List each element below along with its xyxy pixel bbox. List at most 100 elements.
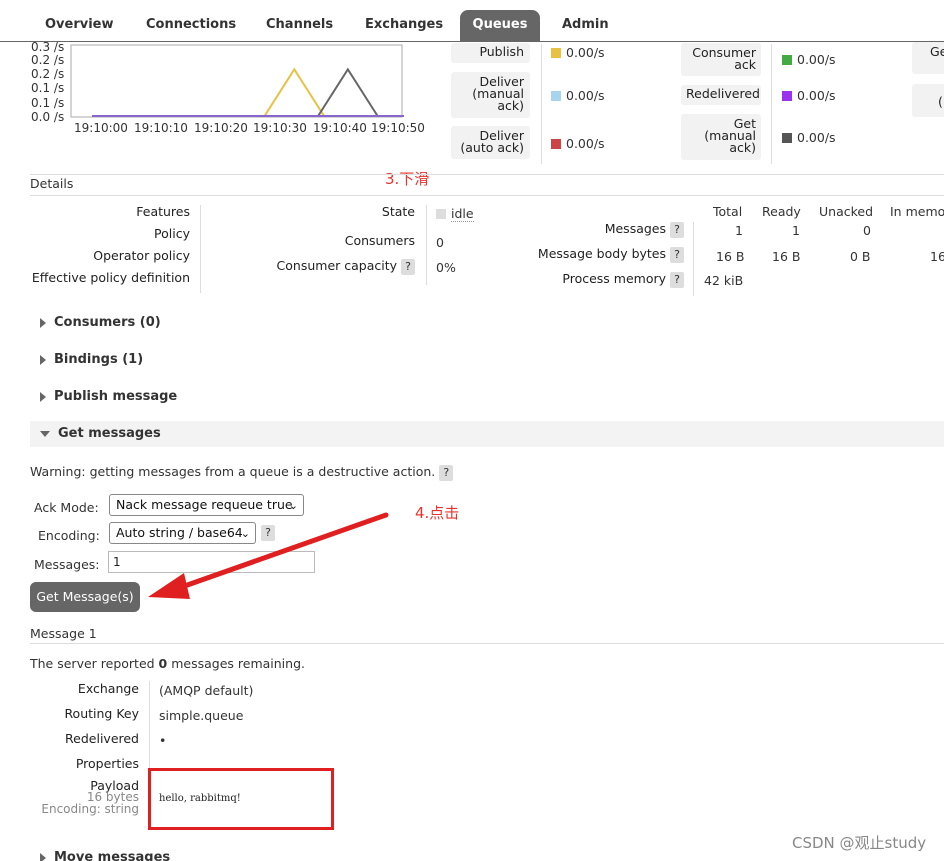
process-memory-total: 42 kiB — [704, 273, 744, 288]
divider — [200, 205, 201, 293]
messages-label: Messages ? — [500, 221, 684, 238]
legend-get-manual[interactable]: Get (manual ack) — [681, 114, 761, 160]
body-bytes-total: 16 B — [716, 249, 745, 264]
divider — [30, 643, 944, 644]
arrow-head — [148, 573, 190, 599]
tab-queues[interactable]: Queues — [460, 10, 540, 42]
y-tick-label: 0.1 /s — [31, 81, 65, 95]
annotation-arrow — [148, 512, 389, 599]
x-tick-label: 19:10:00 — [74, 121, 128, 135]
legend-consumer-ack[interactable]: Consumer ack — [681, 43, 761, 76]
divider — [771, 44, 772, 164]
state-value: idle — [451, 206, 474, 222]
rate-value-consumer-ack: 0.00/s — [797, 52, 836, 67]
section-publish-message[interactable]: Publish message — [30, 384, 944, 410]
body-bytes-unacked: 0 B — [850, 249, 871, 264]
help-icon[interactable]: ? — [439, 465, 454, 481]
messages-total: 1 — [735, 223, 743, 238]
tab-overview[interactable]: Overview — [31, 10, 128, 42]
expand-icon — [40, 354, 46, 365]
remaining-text: The server reported 0 messages remaining… — [30, 656, 305, 671]
routing-key-value: simple.queue — [159, 708, 244, 723]
message-heading: Message 1 — [30, 626, 97, 641]
divider — [149, 681, 150, 771]
details-heading: Details — [30, 176, 74, 191]
encoding-label: Encoding: — [38, 528, 100, 543]
rate-value-deliver-manual: 0.00/s — [566, 88, 605, 103]
state-label: State — [381, 204, 415, 219]
arrow-shaft — [173, 512, 389, 592]
payload-encoding: Encoding: string — [41, 802, 139, 816]
help-icon[interactable]: ? — [670, 272, 684, 288]
rate-value-publish: 0.00/s — [566, 45, 605, 60]
body-bytes-label: Message body bytes ? — [500, 246, 684, 263]
divider — [426, 205, 427, 285]
warning-text: Warning: getting messages from a queue i… — [30, 464, 454, 481]
y-tick-label: 0.3 /s — [31, 40, 65, 54]
legend-get-cut[interactable]: Ge — [912, 42, 944, 74]
col-in-memory: In memo — [890, 204, 944, 219]
features-label: Features — [136, 204, 190, 219]
col-ready: Ready — [762, 204, 801, 219]
consumers-label: Consumers — [344, 233, 415, 248]
annotation-step4: 4.点击 — [415, 504, 460, 522]
redelivered-value: • — [159, 733, 167, 748]
y-tick-label: 0.2 /s — [31, 53, 65, 67]
expand-icon — [40, 391, 46, 402]
get-messages-button[interactable]: Get Message(s) — [30, 582, 140, 612]
legend-swatch — [551, 91, 561, 101]
col-total: Total — [713, 204, 743, 219]
policy-label: Policy — [154, 226, 190, 241]
expand-icon — [40, 317, 46, 328]
legend-swatch — [782, 91, 792, 101]
section-get-messages[interactable]: Get messages — [30, 421, 944, 447]
body-bytes-ready: 16 B — [772, 249, 801, 264]
divider — [30, 195, 944, 196]
section-bindings[interactable]: Bindings (1) — [30, 347, 944, 373]
main-nav-tabs: Overview Connections Channels Exchanges … — [0, 0, 944, 42]
tab-exchanges[interactable]: Exchanges — [351, 10, 457, 42]
rate-value-deliver-auto: 0.00/s — [566, 136, 605, 151]
annotation-step3: 3.下滑 — [385, 170, 430, 188]
messages-count-label: Messages: — [34, 557, 100, 572]
y-tick-label: 0.2 /s — [31, 67, 65, 81]
exchange-value: (AMQP default) — [159, 683, 254, 698]
operator-policy-label: Operator policy — [93, 248, 190, 263]
legend-get-cut-2[interactable]: ( — [912, 84, 944, 117]
legend-deliver-auto[interactable]: Deliver (auto ack) — [451, 126, 530, 159]
legend-swatch — [551, 48, 561, 58]
legend-deliver-manual[interactable]: Deliver (manual ack) — [451, 72, 530, 118]
body-bytes-in-memory: 16 — [930, 249, 944, 264]
tab-channels[interactable]: Channels — [252, 10, 347, 42]
x-tick-label: 19:10:10 — [134, 121, 188, 135]
tab-connections[interactable]: Connections — [132, 10, 250, 42]
collapse-icon — [40, 430, 50, 437]
effective-policy-label: Effective policy definition — [31, 270, 190, 285]
chart-plot-area — [70, 44, 404, 118]
help-icon[interactable]: ? — [401, 259, 415, 275]
properties-label: Properties — [75, 756, 139, 771]
messages-unacked: 0 — [863, 223, 871, 238]
legend-redelivered[interactable]: Redelivered — [681, 85, 761, 105]
x-tick-label: 19:10:40 — [313, 121, 367, 135]
redelivered-label: Redelivered — [65, 731, 139, 746]
x-tick-label: 19:10:50 — [371, 121, 425, 135]
routing-key-label: Routing Key — [64, 706, 139, 721]
tab-admin[interactable]: Admin — [548, 10, 623, 42]
help-icon[interactable]: ? — [670, 247, 684, 263]
divider — [30, 174, 944, 175]
payload-highlight: hello, rabbitmq! — [148, 768, 334, 830]
state-indicator — [436, 209, 446, 219]
help-icon[interactable]: ? — [670, 222, 684, 238]
payload-value: hello, rabbitmq! — [159, 793, 241, 804]
consumers-value: 0 — [436, 235, 444, 250]
section-consumers[interactable]: Consumers (0) — [30, 310, 944, 336]
legend-swatch — [551, 139, 561, 149]
divider — [693, 222, 694, 296]
capacity-value: 0% — [436, 260, 456, 275]
x-tick-label: 19:10:20 — [194, 121, 248, 135]
ack-mode-label: Ack Mode: — [34, 500, 99, 515]
x-tick-label: 19:10:30 — [253, 121, 307, 135]
legend-publish[interactable]: Publish — [451, 43, 530, 63]
chart-frame — [70, 44, 403, 118]
